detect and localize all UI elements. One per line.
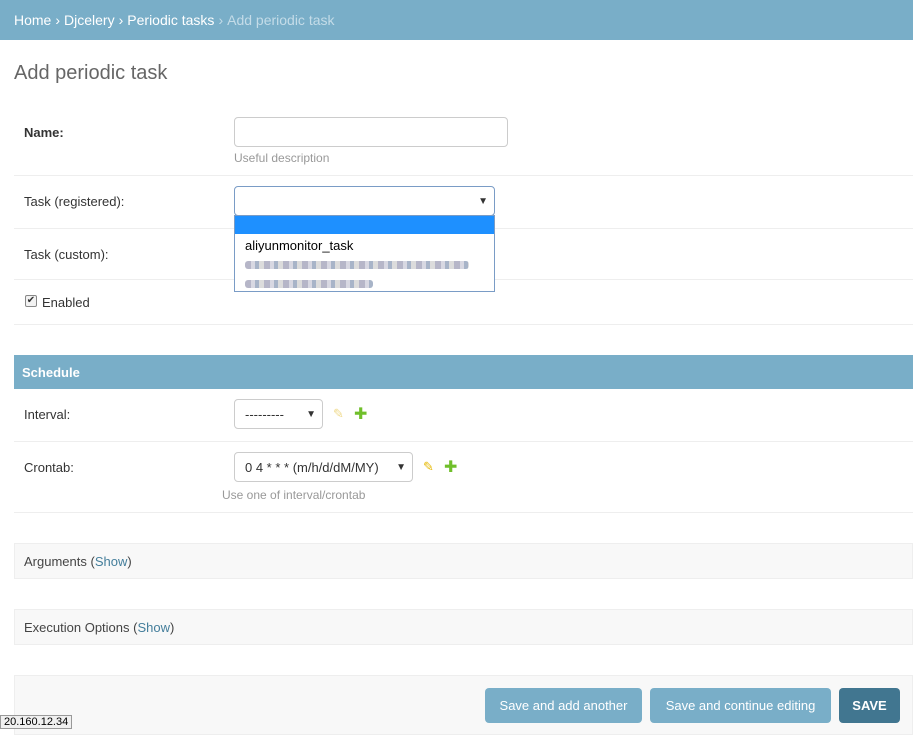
breadcrumb-app-link[interactable]: Djcelery (64, 12, 115, 28)
task-registered-label: Task (registered): (24, 194, 125, 209)
arguments-title: Arguments (24, 553, 87, 569)
interval-label: Interval: (24, 407, 71, 422)
plus-icon[interactable]: ✚ (444, 457, 457, 477)
execution-options-section: Execution Options (Show) (14, 609, 913, 645)
schedule-section-header: Schedule (14, 355, 913, 389)
name-input[interactable] (234, 117, 508, 147)
task-custom-label: Task (custom): (24, 247, 109, 262)
form-row-interval: Interval: --------- ▼ ✎ ✚ (14, 389, 913, 442)
plus-icon[interactable]: ✚ (354, 404, 367, 424)
crontab-help-text: Use one of interval/crontab (222, 488, 366, 502)
chevron-down-icon: ▼ (306, 408, 316, 420)
task-registered-select[interactable]: ▼ (234, 186, 495, 216)
dropdown-option-aliyunmonitor-task[interactable]: aliyunmonitor_task (235, 236, 494, 255)
arguments-close-paren: ) (127, 553, 132, 569)
submit-row: Save and add another Save and continue e… (14, 675, 913, 735)
enabled-checkbox[interactable]: ✔ (25, 295, 37, 307)
pencil-icon[interactable]: ✎ (423, 459, 434, 475)
breadcrumb-separator: › (55, 12, 61, 28)
form-row-name: Name: Useful description (14, 106, 913, 176)
crontab-select[interactable]: 0 4 * * * (m/h/d/dM/MY) ▼ (234, 452, 413, 482)
arguments-show-link[interactable]: Show (95, 554, 128, 569)
dropdown-option-empty[interactable] (235, 216, 494, 234)
task-registered-dropdown[interactable]: aliyunmonitor_task (234, 215, 495, 292)
dropdown-option-redacted[interactable] (245, 280, 373, 288)
execution-options-show-link[interactable]: Show (137, 620, 170, 635)
save-button[interactable]: SAVE (839, 688, 900, 723)
breadcrumb: Home › Djcelery › Periodic tasks › Add p… (0, 0, 913, 40)
breadcrumb-model-link[interactable]: Periodic tasks (127, 12, 214, 28)
breadcrumb-separator: › (218, 12, 224, 28)
save-and-continue-button[interactable]: Save and continue editing (650, 688, 831, 723)
crontab-selected: 0 4 * * * (m/h/d/dM/MY) (245, 459, 379, 475)
enabled-label: Enabled (42, 295, 90, 310)
arguments-section: Arguments (Show) (14, 543, 913, 579)
breadcrumb-home-link[interactable]: Home (14, 12, 51, 28)
breadcrumb-separator: › (118, 12, 124, 28)
dropdown-option-redacted[interactable] (245, 261, 469, 269)
page-title: Add periodic task (14, 62, 168, 84)
crontab-label: Crontab: (24, 460, 74, 475)
chevron-down-icon: ▼ (396, 461, 406, 473)
form-row-crontab: Crontab: 0 4 * * * (m/h/d/dM/MY) ▼ ✎ ✚ U… (14, 442, 913, 513)
name-label: Name: (24, 125, 64, 140)
name-help-text: Useful description (234, 151, 330, 165)
chevron-down-icon: ▼ (478, 195, 488, 207)
interval-selected: --------- (245, 406, 284, 422)
interval-select[interactable]: --------- ▼ (234, 399, 323, 429)
save-and-add-another-button[interactable]: Save and add another (485, 688, 642, 723)
pencil-icon[interactable]: ✎ (333, 406, 344, 422)
breadcrumb-current: Add periodic task (227, 12, 335, 28)
execution-options-close-paren: ) (170, 619, 175, 635)
execution-options-title: Execution Options (24, 619, 130, 635)
